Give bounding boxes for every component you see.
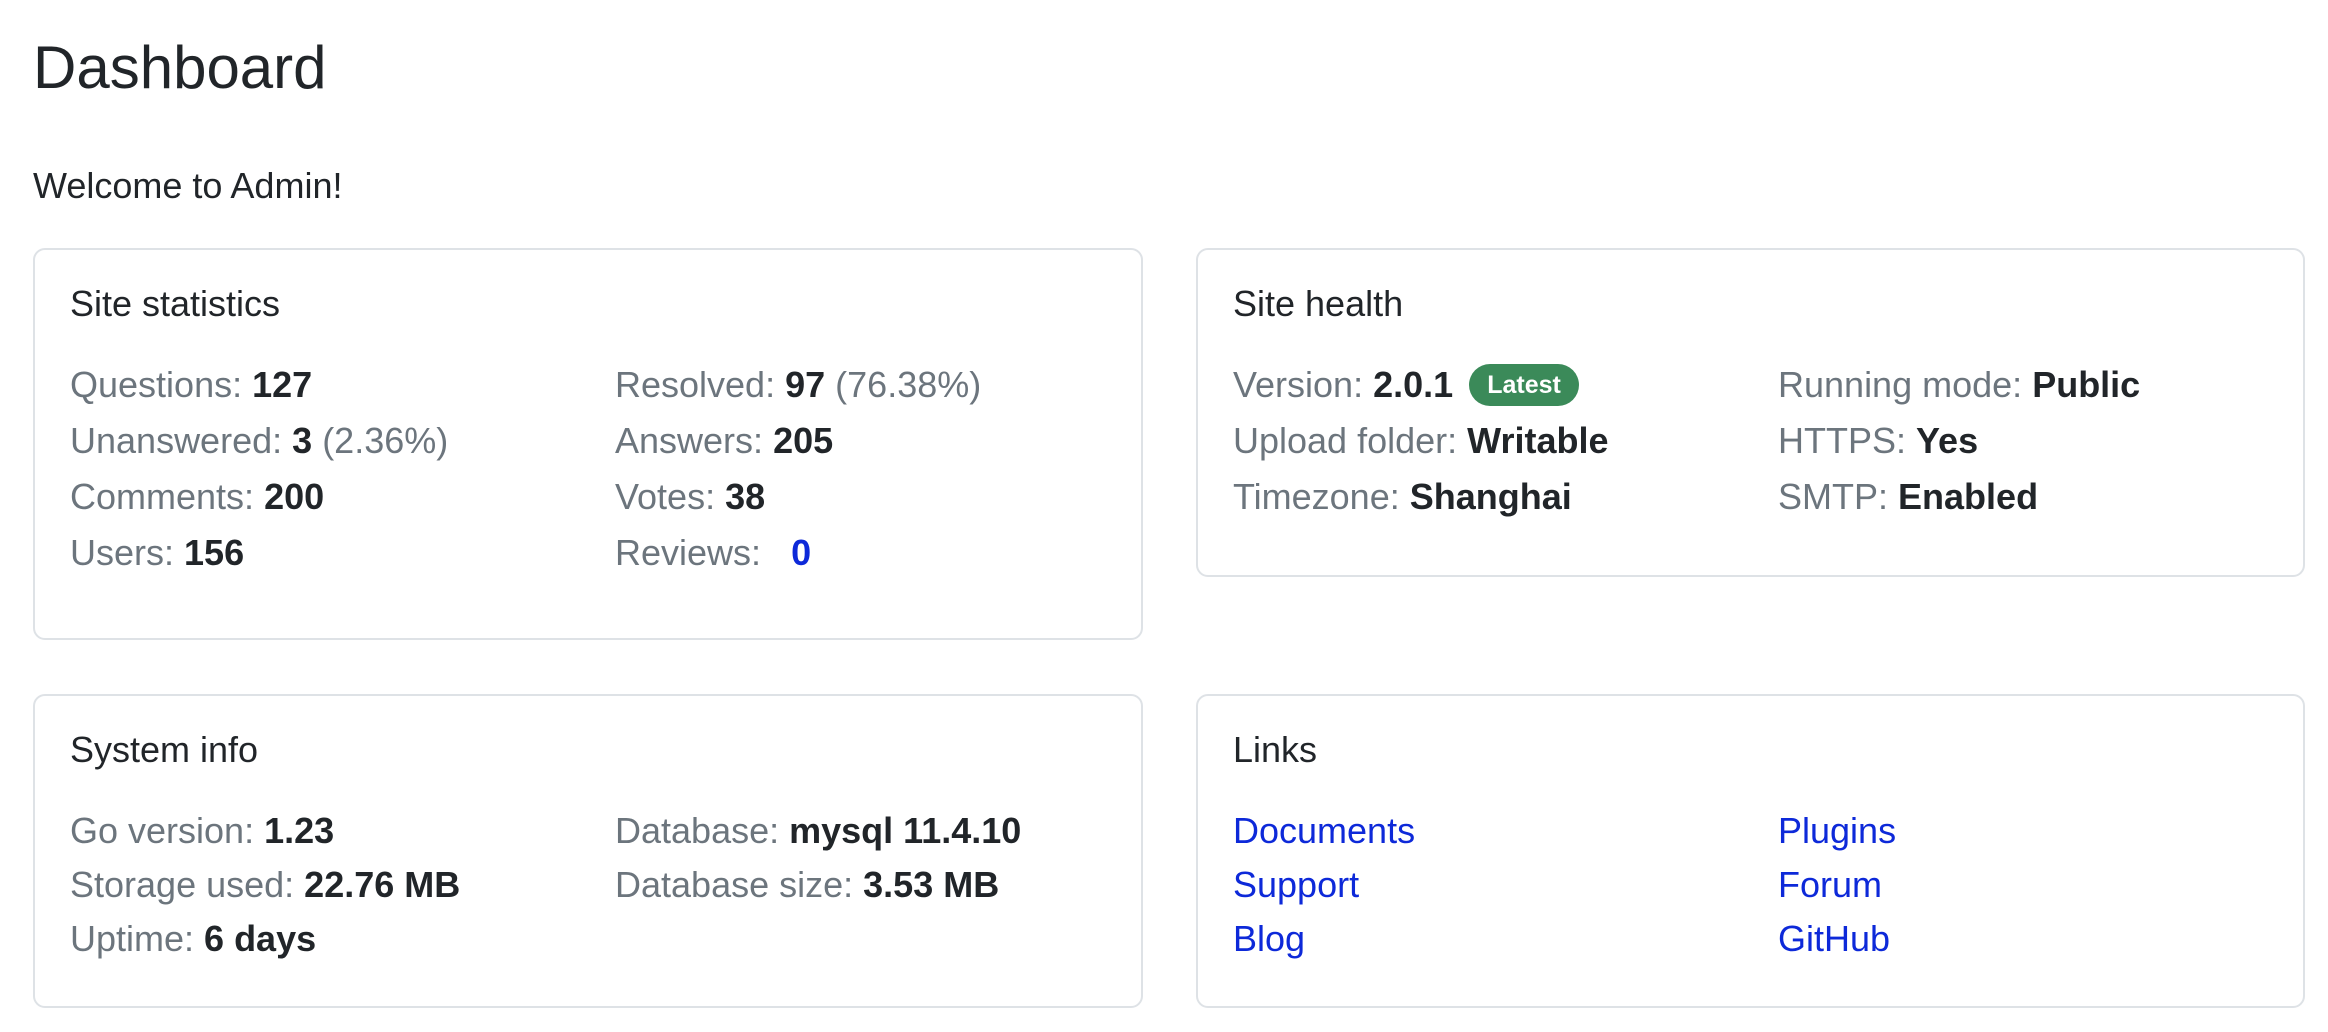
card-title: System info <box>70 729 259 770</box>
site-health-card: Site health Version: 2.0.1 Latest Runnin… <box>1196 248 2305 577</box>
health-version: Version: 2.0.1 Latest <box>1233 364 1778 406</box>
questions-count: 127 <box>252 364 313 405</box>
health-upload-folder: Upload folder: Writable <box>1233 420 1609 461</box>
card-title: Site health <box>1233 283 1404 324</box>
stat-resolved: Resolved: 97 (76.38%) <box>615 364 982 405</box>
sys-go-version: Go version: 1.23 <box>70 810 335 851</box>
link-github[interactable]: GitHub <box>1778 918 1890 959</box>
storage-used-value: 22.76 MB <box>304 864 461 905</box>
sys-uptime: Uptime: 6 days <box>70 918 317 959</box>
stat-reviews: Reviews: 0 <box>615 532 812 573</box>
stat-comments: Comments: 200 <box>70 476 325 517</box>
sys-storage-used: Storage used: 22.76 MB <box>70 864 461 905</box>
card-title: Site statistics <box>70 283 281 324</box>
page-title: Dashboard <box>33 34 327 101</box>
reviews-link[interactable]: 0 <box>791 532 811 573</box>
database-value: mysql 11.4.10 <box>789 810 1022 851</box>
upload-folder-value: Writable <box>1467 420 1609 461</box>
system-info-card: System info Go version: 1.23 Database: m… <box>33 694 1143 1008</box>
resolved-count: 97 <box>785 364 826 405</box>
uptime-value: 6 days <box>204 918 317 959</box>
link-blog[interactable]: Blog <box>1233 918 1305 959</box>
users-count: 156 <box>184 532 245 573</box>
link-support[interactable]: Support <box>1233 864 1359 905</box>
database-size-value: 3.53 MB <box>863 864 1000 905</box>
link-plugins[interactable]: Plugins <box>1778 810 1896 851</box>
health-timezone: Timezone: Shanghai <box>1233 476 1572 517</box>
unanswered-count: 3 <box>292 420 313 461</box>
links-card: Links Documents Plugins Support Forum Bl… <box>1196 694 2305 1008</box>
stat-votes: Votes: 38 <box>615 476 766 517</box>
welcome-message: Welcome to Admin! <box>33 165 343 206</box>
resolved-percent: (76.38%) <box>835 364 982 405</box>
sys-database-size: Database size: 3.53 MB <box>615 864 1000 905</box>
card-title: Links <box>1233 729 1318 770</box>
comments-count: 200 <box>264 476 325 517</box>
health-https: HTTPS: Yes <box>1778 420 1979 461</box>
timezone-value: Shanghai <box>1409 476 1572 517</box>
site-statistics-card: Site statistics Questions: 127 Resolved:… <box>33 248 1143 640</box>
stat-answers: Answers: 205 <box>615 420 834 461</box>
health-running-mode: Running mode: Public <box>1778 364 2141 405</box>
unanswered-percent: (2.36%) <box>322 420 449 461</box>
https-value: Yes <box>1916 420 1979 461</box>
link-documents[interactable]: Documents <box>1233 810 1415 851</box>
stat-questions: Questions: 127 <box>70 364 313 405</box>
answers-count: 205 <box>773 420 834 461</box>
sys-database: Database: mysql 11.4.10 <box>615 810 1022 851</box>
smtp-value: Enabled <box>1898 476 2039 517</box>
latest-badge: Latest <box>1469 364 1579 406</box>
health-smtp: SMTP: Enabled <box>1778 476 2039 517</box>
link-forum[interactable]: Forum <box>1778 864 1882 905</box>
go-version-value: 1.23 <box>264 810 335 851</box>
stat-unanswered: Unanswered: 3 (2.36%) <box>70 420 449 461</box>
stat-users: Users: 156 <box>70 532 245 573</box>
votes-count: 38 <box>725 476 766 517</box>
running-mode-value: Public <box>2032 364 2141 405</box>
version-value: 2.0.1 <box>1373 364 1454 405</box>
